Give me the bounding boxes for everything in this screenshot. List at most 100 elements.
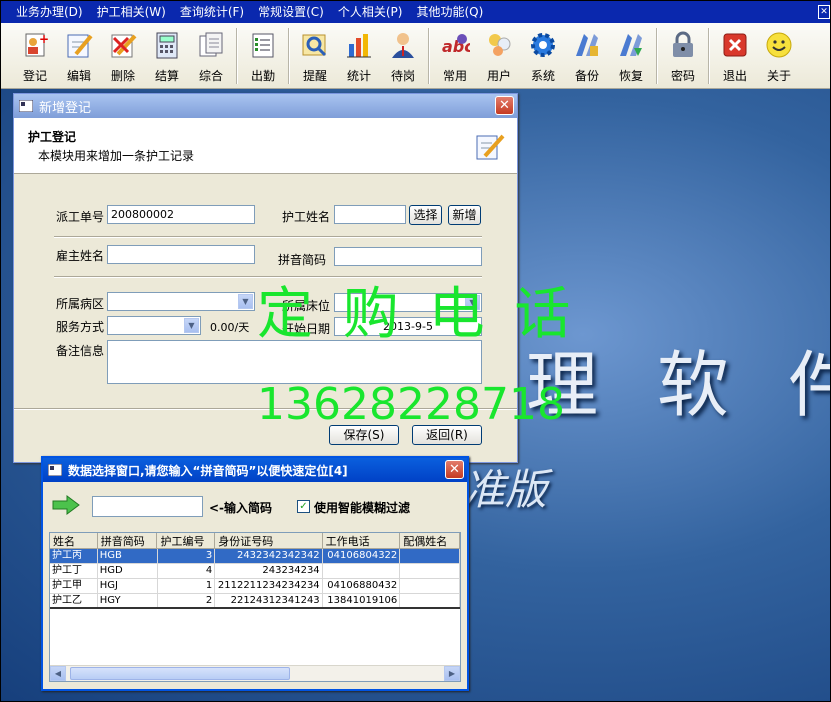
attendance-icon [247, 29, 279, 61]
scrollbar-thumb[interactable] [70, 667, 290, 680]
column-header[interactable]: 工作电话 [323, 533, 401, 548]
table-row[interactable]: 护工丙 HGB 3 2432342342342 04106804322 [50, 549, 460, 564]
menu-other[interactable]: 其他功能(Q) [409, 1, 490, 23]
common-icon: abc [439, 29, 471, 61]
pinyin-search-input[interactable] [92, 496, 203, 517]
column-header[interactable]: 拼音简码 [98, 533, 158, 548]
column-header[interactable]: 身份证号码 [215, 533, 323, 548]
data-select-dialog: 数据选择窗口,请您输入“拼音简码”以便快速定位[4] ✕ <-输入简码 ✓ 使用… [41, 456, 469, 691]
table-cell: 护工丁 [50, 564, 98, 578]
toolbar-label: 出勤 [250, 69, 275, 83]
divider [54, 236, 482, 238]
toolbar-statistics-button[interactable]: 统计 [337, 23, 381, 87]
scroll-right-icon[interactable]: ▶ [444, 666, 460, 681]
toolbar-separator [428, 28, 430, 84]
table-cell: 243234234 [215, 564, 323, 578]
table-cell: HGD [98, 564, 158, 578]
table-cell: HGY [98, 594, 158, 607]
toolbar-delete-button[interactable]: 删除 [101, 23, 145, 87]
toolbar-label: 编辑 [66, 69, 91, 83]
toolbar-reminder-button[interactable]: 提醒 [293, 23, 337, 87]
table-cell: 1 [158, 579, 216, 593]
employer-name-label: 雇主姓名 [56, 249, 105, 263]
column-header[interactable]: 配偶姓名 [400, 533, 460, 548]
toolbar-label: 综合 [198, 69, 223, 83]
toolbar-backup-button[interactable]: 备份 [565, 23, 609, 87]
toolbar-password-button[interactable]: 密码 [661, 23, 705, 87]
table-cell [400, 579, 460, 593]
chevron-down-icon[interactable]: ▼ [238, 294, 253, 309]
menu-personal[interactable]: 个人相关(P) [331, 1, 410, 23]
user-icon [483, 29, 515, 61]
toolbar-system-button[interactable]: 系统 [521, 23, 565, 87]
toolbar-user-button[interactable]: 用户 [477, 23, 521, 87]
remarks-label: 备注信息 [56, 344, 105, 358]
toolbar-restore-button[interactable]: 恢复 [609, 23, 653, 87]
nurse-name-field[interactable] [334, 205, 406, 224]
toolbar-label: 常用 [442, 69, 467, 83]
edit-document-icon [475, 132, 505, 165]
register-icon: + [19, 29, 51, 61]
backup-icon [571, 29, 603, 61]
toolbar-separator [236, 28, 238, 84]
watermark-phone-number: 13628228718 [257, 379, 565, 430]
toolbar-separator [656, 28, 658, 84]
window-icon [19, 100, 33, 112]
register-dialog-titlebar[interactable]: 新增登记 ✕ [14, 94, 517, 118]
register-description: 本模块用来增加一条护工记录 [38, 149, 195, 163]
toolbar-register-button[interactable]: + 登记 [13, 23, 57, 87]
close-icon[interactable]: ✕ [445, 460, 464, 479]
dispatch-no-field[interactable]: 200800002 [107, 205, 255, 224]
toolbar-summary-button[interactable]: 综合 [189, 23, 233, 87]
ward-label: 所属病区 [56, 297, 105, 311]
toolbar-standby-button[interactable]: 待岗 [381, 23, 425, 87]
toolbar-settle-button[interactable]: 结算 [145, 23, 189, 87]
toolbar-about-button[interactable]: 关于 [757, 23, 801, 87]
toolbar-label: 统计 [346, 69, 371, 83]
standby-icon [387, 29, 419, 61]
horizontal-scrollbar[interactable]: ◀ ▶ [50, 665, 460, 681]
column-header[interactable]: 姓名 [50, 533, 98, 548]
data-select-titlebar[interactable]: 数据选择窗口,请您输入“拼音简码”以便快速定位[4] ✕ [43, 458, 467, 482]
table-cell [323, 564, 401, 578]
fuzzy-filter-checkbox[interactable]: ✓ [297, 500, 310, 513]
background-edition-text: 准版 [463, 465, 548, 514]
table-row[interactable]: 护工乙 HGY 2 22124312341243 13841019106 [50, 594, 460, 609]
watermark-order-phone-label: 定 购 电 话 [257, 282, 577, 347]
toolbar-edit-button[interactable]: 编辑 [57, 23, 101, 87]
new-button[interactable]: 新增 [448, 205, 481, 225]
table-cell: 2 [158, 594, 216, 607]
column-header[interactable]: 护工编号 [157, 533, 216, 548]
price-text: 0.00/天 [210, 321, 250, 334]
pinyin-code-field[interactable] [334, 247, 482, 266]
toolbar-exit-button[interactable]: 退出 [713, 23, 757, 87]
toolbar-label: 删除 [110, 69, 135, 83]
table-cell: 04106804322 [323, 549, 401, 563]
about-icon [763, 29, 795, 61]
table-row[interactable]: 护工丁 HGD 4 243234234 [50, 564, 460, 579]
table-cell: 3 [158, 549, 216, 563]
toolbar-separator [708, 28, 710, 84]
table-cell [400, 564, 460, 578]
menu-settings[interactable]: 常规设置(C) [251, 1, 331, 23]
menu-business[interactable]: 业务办理(D) [9, 1, 90, 23]
toolbar-common-button[interactable]: abc 常用 [433, 23, 477, 87]
statistics-icon [343, 29, 375, 61]
ward-select[interactable] [107, 292, 255, 311]
dispatch-no-label: 派工单号 [56, 210, 105, 224]
select-button[interactable]: 选择 [409, 205, 442, 225]
employer-name-field[interactable] [107, 245, 255, 264]
register-heading: 护工登记 [28, 130, 77, 144]
chevron-down-icon[interactable]: ▼ [184, 318, 199, 333]
menubar-close-icon[interactable]: ✕ [818, 5, 830, 19]
table-row[interactable]: 护工甲 HGJ 1 2112211234234234 04106880432 [50, 579, 460, 594]
menu-query[interactable]: 查询统计(F) [173, 1, 251, 23]
toolbar-label: 待岗 [390, 69, 415, 83]
scroll-left-icon[interactable]: ◀ [50, 666, 66, 681]
restore-icon [615, 29, 647, 61]
close-icon[interactable]: ✕ [495, 96, 514, 115]
toolbar-label: 登记 [22, 69, 47, 83]
input-hint-label: <-输入简码 [209, 501, 273, 515]
menu-nurse[interactable]: 护工相关(W) [90, 1, 173, 23]
toolbar-attendance-button[interactable]: 出勤 [241, 23, 285, 87]
